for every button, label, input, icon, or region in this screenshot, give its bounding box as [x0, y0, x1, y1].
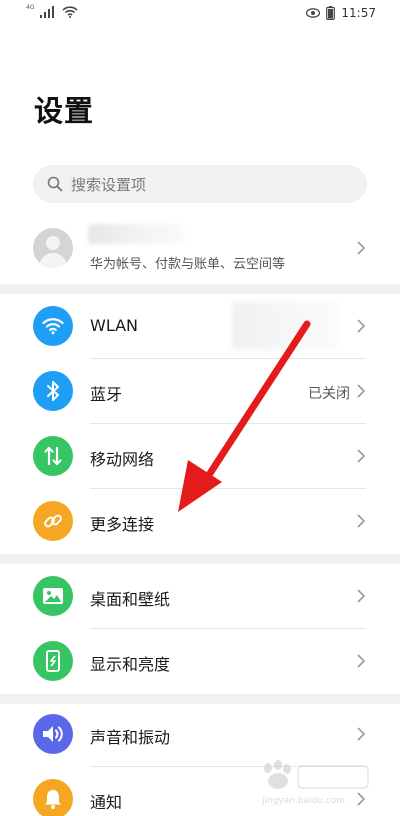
network-type-label: 4G	[26, 3, 35, 11]
wallpaper-icon	[33, 576, 73, 616]
settings-item-label: WLAN	[90, 316, 139, 335]
settings-item-home-wallpaper[interactable]: 桌面和壁纸	[0, 564, 400, 629]
display-icon	[33, 641, 73, 681]
settings-item-label: 更多连接	[90, 515, 155, 534]
wifi-icon	[33, 306, 73, 346]
settings-item-label: 通知	[90, 793, 123, 812]
chevron-right-icon	[357, 514, 366, 528]
settings-item-display-brightness[interactable]: 显示和亮度	[0, 629, 400, 694]
mobile-data-icon	[33, 436, 73, 476]
clock-time: 11:57	[341, 6, 376, 20]
wifi-status-icon	[62, 6, 79, 18]
chevron-right-icon	[357, 319, 366, 333]
settings-item-more-connections[interactable]: 更多连接	[0, 489, 400, 554]
chevron-right-icon	[357, 449, 366, 463]
search-bar[interactable]: 搜索设置项	[33, 165, 367, 203]
sound-icon	[33, 714, 73, 754]
baidu-paw-icon	[264, 760, 369, 789]
status-right: 11:57	[306, 6, 376, 20]
notification-icon	[33, 779, 73, 816]
settings-item-bluetooth[interactable]: 蓝牙 已关闭	[0, 359, 400, 424]
section-separator	[0, 284, 400, 294]
settings-item-label: 显示和亮度	[90, 655, 171, 674]
chevron-right-icon	[357, 654, 366, 668]
page-title: 设置	[34, 94, 95, 128]
section-separator	[0, 554, 400, 564]
settings-item-label: 桌面和壁纸	[90, 590, 171, 609]
settings-item-label: 移动网络	[90, 450, 155, 469]
account-row[interactable]: 华为帐号、付款与账单、云空间等	[0, 220, 400, 282]
bluetooth-status: 已关闭	[308, 386, 350, 402]
search-icon	[47, 176, 63, 192]
avatar	[33, 228, 73, 268]
settings-item-mobile-network[interactable]: 移动网络	[0, 424, 400, 489]
settings-item-wlan[interactable]: WLAN	[0, 294, 400, 359]
watermark: jingyan.baidu.com	[254, 756, 374, 808]
search-placeholder: 搜索设置项	[71, 175, 147, 194]
chevron-right-icon	[357, 589, 366, 603]
status-bar: 4G 11:57	[0, 0, 400, 26]
battery-icon	[326, 6, 336, 20]
chevron-right-icon	[357, 727, 366, 741]
account-name-redacted	[88, 224, 184, 244]
status-left: 4G	[26, 3, 79, 18]
chevron-right-icon	[357, 384, 366, 398]
chevron-right-icon	[357, 241, 366, 255]
bluetooth-icon	[33, 371, 73, 411]
settings-item-label: 声音和振动	[90, 728, 171, 747]
signal-icon	[40, 6, 55, 18]
account-subtitle: 华为帐号、付款与账单、云空间等	[90, 257, 286, 272]
watermark-text: jingyan.baidu.com	[262, 796, 346, 806]
link-icon	[33, 501, 73, 541]
settings-item-label: 蓝牙	[90, 385, 123, 404]
eye-icon	[306, 8, 321, 18]
wlan-network-redacted	[232, 302, 338, 350]
